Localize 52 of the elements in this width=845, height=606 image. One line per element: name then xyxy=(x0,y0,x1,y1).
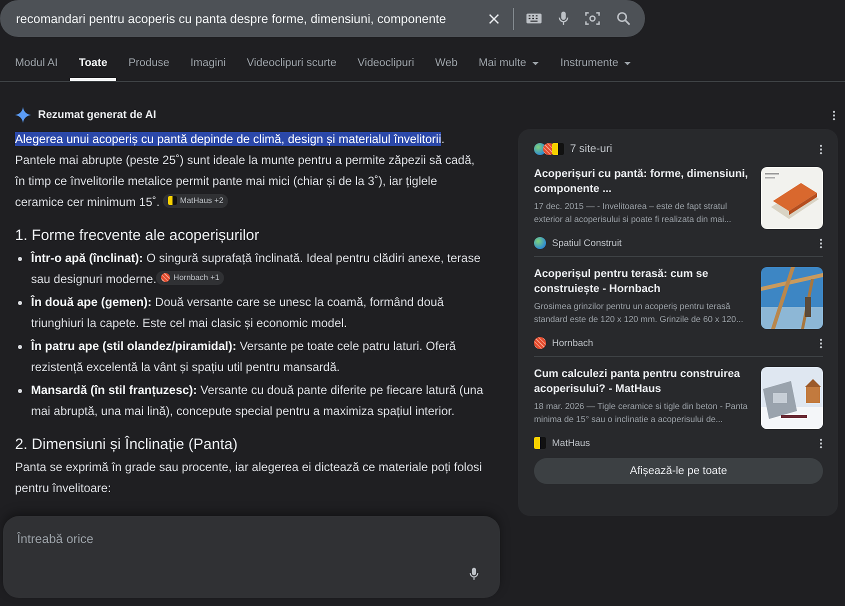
search-tab[interactable]: Mai multe xyxy=(470,51,548,81)
section-heading: 2. Dimensiuni și Înclinație (Panta) xyxy=(15,436,239,453)
ask-field[interactable]: Întreabă orice xyxy=(3,516,500,598)
site-favicon xyxy=(534,337,546,349)
search-tab[interactable]: Imagini xyxy=(181,51,235,81)
result-snippet: Grosimea grinzilor pentru un acoperiș pentru terasă standard este de 120 x 120 mm. Grinzile de 60 x 120... xyxy=(534,300,744,326)
bullet-text: În două ape (gemen): Două versante care se unesc la coamă, formând două triunghiuri la capete. Este cel mai clasic și economic model. xyxy=(31,294,445,332)
keyboard-icon[interactable] xyxy=(526,13,542,24)
more-options-icon[interactable] xyxy=(819,238,823,248)
section-heading: 1. Forme frecvente ale acoperișurilor xyxy=(15,227,260,244)
search-query: recomandari pentru acoperis cu panta despre forme, dimensiuni, componente xyxy=(16,12,448,26)
search-tab[interactable]: Videoclipuri scurte xyxy=(238,51,346,81)
search-tab[interactable]: Produse xyxy=(119,51,178,81)
search-tab[interactable]: Toate xyxy=(70,51,116,81)
search-bar[interactable]: recomandari pentru acoperis cu panta despre forme, dimensiuni, componente xyxy=(0,0,645,37)
result-snippet: 17 dec. 2015 — - Invelitoarea – este de fapt stratul exterior al acoperisului si poate fi realizata din mai... xyxy=(534,200,732,226)
result-title-link[interactable]: Acoperișul pentru terasă: cum se construiește - Hornbach xyxy=(534,267,753,297)
close-icon[interactable] xyxy=(487,12,501,26)
site-count: 7 site-uri xyxy=(570,143,612,155)
site-favicon xyxy=(534,237,546,249)
site-favicon xyxy=(534,437,546,449)
camera-search-icon[interactable] xyxy=(585,11,600,26)
more-options-icon[interactable] xyxy=(819,144,823,154)
site-name: Hornbach xyxy=(552,338,594,348)
overview-paragraph: Alegerea unui acoperiș cu pantă depinde de climă, design și materialul învelitorii. Pantele mai abrupte (peste 25˚) sunt ideale la munte pentru a permite zăpezii să cadă, în timp ce învelitorile metalice permit pante mai mici (chiar și de la 3˚), iar țiglele ceramice cer minimum 15˚. MatHaus +2 xyxy=(15,131,476,211)
source-chip[interactable]: Hornbach +1 xyxy=(156,270,224,284)
more-options-icon[interactable] xyxy=(832,110,836,120)
microphone-icon[interactable] xyxy=(558,11,569,26)
site-favicon xyxy=(534,143,546,155)
search-tab[interactable]: Web xyxy=(426,51,467,81)
ask-input[interactable]: Întreabă orice xyxy=(3,516,331,562)
site-name: MatHaus xyxy=(552,438,590,448)
more-options-icon[interactable] xyxy=(819,338,823,348)
site-name: Spatiul Construit xyxy=(552,238,622,248)
search-icon[interactable] xyxy=(616,11,631,26)
sparkle-icon xyxy=(15,107,31,123)
site-favicon xyxy=(552,143,564,155)
result-title-link[interactable]: Acoperișuri cu pantă: forme, dimensiuni, componente ... xyxy=(534,167,753,197)
search-tab[interactable]: Instrumente xyxy=(551,51,640,81)
bullet-text: Într-o apă (înclinat): O singură suprafață înclinată. Ideal pentru clădiri anexe, terase sau designuri moderne. Hornbach +1 xyxy=(31,250,482,288)
show-all-button[interactable]: Afișează-le pe toate xyxy=(534,458,823,484)
more-options-icon[interactable] xyxy=(819,438,823,448)
bullet-text: În patru ape (stil olandez/piramidal): Versante pe toate cele patru laturi. Oferă rezistență excelentă la vânt și spațiu util pentru mansardă. xyxy=(31,338,457,376)
source-chip[interactable]: MatHaus +2 xyxy=(163,194,228,208)
overview-title: Rezumat generat de AI xyxy=(38,109,156,121)
search-tab[interactable]: Modul AI xyxy=(6,51,67,81)
microphone-icon[interactable] xyxy=(469,567,479,581)
result-snippet: 18 mar. 2026 — Tigle ceramice si tigle din beton - Panta minima de 15° sau o inclinatie a acoperisului de... xyxy=(534,400,749,426)
search-tab[interactable]: Videoclipuri xyxy=(348,51,424,81)
section-paragraph: Panta se exprimă în grade sau procente, iar alegerea ei dictează ce materiale poți folosi pentru învelitoare: xyxy=(15,459,483,497)
result-title-link[interactable]: Cum calculezi panta pentru construirea acoperisului? - MatHaus xyxy=(534,367,753,397)
bullet-text: Mansardă (în stil franțuzesc): Versante cu două pante diferite pe fiecare latură (una mai abruptă, una mai lină), concepute special pentru a maximiza spațiul interior. xyxy=(31,382,484,420)
